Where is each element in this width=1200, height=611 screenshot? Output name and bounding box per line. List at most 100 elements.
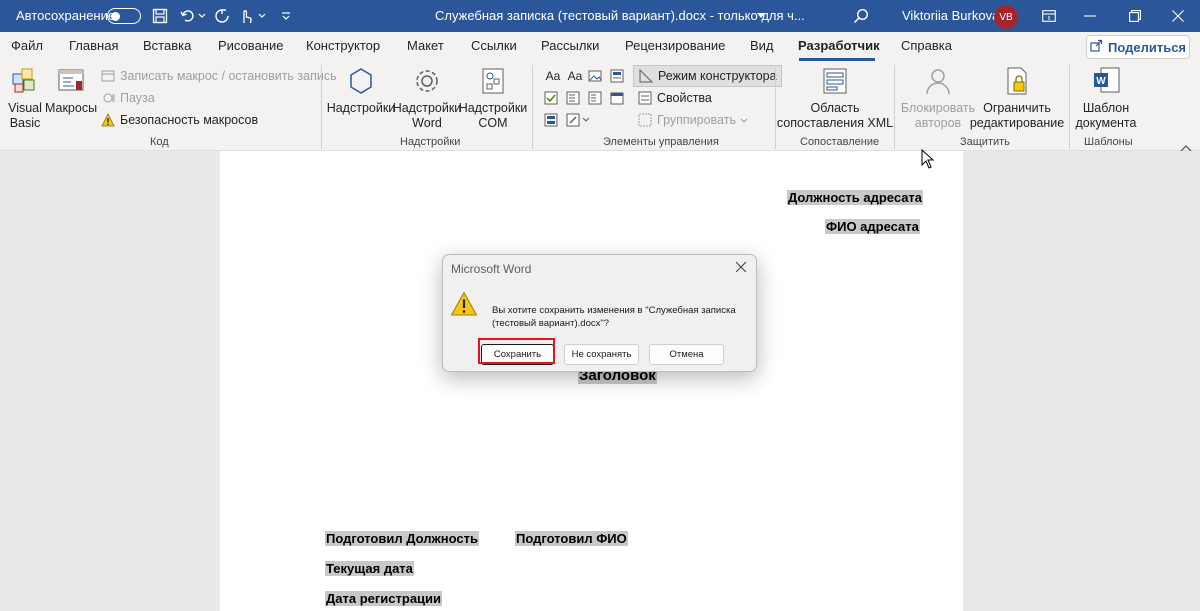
restore-icon[interactable] (1125, 6, 1145, 26)
close-window-icon[interactable] (1168, 6, 1188, 26)
touch-mode-icon[interactable] (236, 6, 256, 26)
group-button[interactable]: Группировать (637, 112, 748, 128)
word-template-icon: W (1090, 65, 1122, 97)
undo-dropdown-icon[interactable] (196, 6, 208, 26)
tab-references[interactable]: Ссылки (471, 38, 517, 53)
warning-icon (100, 112, 116, 128)
share-icon (1090, 39, 1103, 55)
tab-layout[interactable]: Макет (407, 38, 444, 53)
xml-mapping-pane-button[interactable]: Область сопоставления XML (777, 65, 893, 131)
field-registration-date[interactable]: Дата регистрации (325, 591, 443, 606)
group-label-addins: Надстройки (400, 136, 461, 148)
user-name[interactable]: Viktoriia Burkova (902, 8, 999, 23)
pause-label: Пауза (120, 91, 155, 105)
svg-text:W: W (1096, 76, 1106, 87)
visual-basic-icon (9, 65, 41, 97)
combo-box-icon[interactable] (565, 90, 581, 106)
field-recipient-position[interactable]: Должность адресата (787, 190, 924, 205)
field-prepared-position[interactable]: Подготовил Должность (325, 531, 479, 546)
redo-icon[interactable] (212, 6, 232, 26)
design-mode-icon (638, 68, 654, 84)
document-area: Должность адресата ФИО адресата Заголово… (0, 151, 1200, 611)
warning-icon (450, 291, 478, 317)
group-label-mapping: Сопоставление (800, 136, 880, 148)
legacy-tools-icon[interactable] (565, 112, 581, 128)
tab-view[interactable]: Вид (750, 38, 774, 53)
tab-help[interactable]: Справка (901, 38, 952, 53)
tab-mailings[interactable]: Рассылки (541, 38, 599, 53)
visual-basic-label: Visual Basic (8, 101, 42, 130)
title-dropdown-icon[interactable] (755, 6, 767, 26)
field-prepared-name[interactable]: Подготовил ФИО (515, 531, 628, 546)
record-macro-button[interactable]: Записать макрос / остановить запись (100, 68, 337, 84)
ribbon-separator (894, 65, 895, 149)
ribbon-separator (321, 65, 322, 149)
block-authors-button[interactable]: Блокировать авторов (901, 65, 975, 131)
properties-label: Свойства (657, 91, 712, 105)
customize-qat-icon[interactable] (276, 6, 296, 26)
search-icon[interactable] (851, 6, 871, 26)
ribbon-separator (532, 65, 533, 149)
field-current-date[interactable]: Текущая дата (325, 561, 414, 576)
group-label-controls: Элементы управления (603, 136, 719, 148)
group-icon (637, 112, 653, 128)
tab-home[interactable]: Главная (69, 38, 118, 53)
macros-icon (55, 65, 87, 97)
user-icon (922, 65, 954, 97)
dropdown-list-icon[interactable] (587, 90, 603, 106)
save-icon[interactable] (150, 6, 170, 26)
tab-developer[interactable]: Разработчик (798, 38, 880, 53)
com-addins-button[interactable]: Надстройки COM (458, 65, 528, 131)
properties-button[interactable]: Свойства (637, 90, 712, 106)
word-addins-label: Надстройки Word (392, 101, 462, 130)
ribbon: Visual Basic Макросы Записать макрос / о… (0, 61, 1200, 152)
tab-insert[interactable]: Вставка (143, 38, 191, 53)
macro-security-button[interactable]: Безопасность макросов (100, 112, 258, 128)
tab-design[interactable]: Конструктор (306, 38, 380, 53)
close-icon[interactable] (735, 261, 749, 275)
addins-button[interactable]: Надстройки (327, 65, 395, 116)
mouse-cursor-icon (921, 148, 935, 172)
building-block-icon[interactable] (609, 68, 625, 84)
legacy-tools-dropdown-icon[interactable] (581, 112, 591, 128)
group-label-protect: Защитить (960, 136, 1010, 148)
record-macro-label: Записать макрос / остановить запись (120, 69, 337, 83)
group-label-code: Код (150, 136, 169, 148)
touch-dropdown-icon[interactable] (256, 6, 268, 26)
com-addins-icon (477, 65, 509, 97)
visual-basic-button[interactable]: Visual Basic (6, 65, 44, 131)
repeating-section-icon[interactable] (543, 112, 559, 128)
cancel-button[interactable]: Отмена (649, 344, 724, 365)
date-picker-icon[interactable] (609, 90, 625, 106)
document-template-label: Шаблон документа (1075, 101, 1137, 130)
ribbon-tabs: Файл Главная Вставка Рисование Конструкт… (0, 32, 1200, 61)
field-recipient-name[interactable]: ФИО адресата (825, 219, 920, 234)
tab-review[interactable]: Рецензирование (625, 38, 725, 53)
ribbon-display-icon[interactable] (1039, 6, 1059, 26)
undo-icon[interactable] (178, 6, 198, 26)
rich-text-control-icon[interactable]: Aa (543, 68, 563, 84)
plain-text-control-icon[interactable]: Aa (565, 68, 585, 84)
tab-file[interactable]: Файл (11, 38, 43, 53)
picture-control-icon[interactable] (587, 68, 603, 84)
avatar[interactable]: VB (994, 5, 1018, 29)
word-addins-button[interactable]: Надстройки Word (392, 65, 462, 131)
checkbox-control-icon[interactable] (543, 90, 559, 106)
document-page[interactable]: Должность адресата ФИО адресата Заголово… (220, 151, 963, 611)
properties-icon (637, 90, 653, 106)
minimize-icon[interactable] (1080, 6, 1100, 26)
autosave-toggle[interactable] (107, 8, 141, 24)
share-button[interactable]: Поделиться (1086, 35, 1190, 59)
save-button-highlight (478, 338, 555, 364)
com-addins-label: Надстройки COM (458, 101, 528, 130)
pause-button[interactable]: Пауза (100, 90, 155, 106)
design-mode-button[interactable]: Режим конструктора (633, 65, 782, 87)
xml-mapping-icon (819, 65, 851, 97)
macros-button[interactable]: Макросы (45, 65, 97, 116)
group-dropdown-icon (740, 113, 748, 127)
restrict-editing-button[interactable]: Ограничить редактирование (970, 65, 1064, 131)
dont-save-button[interactable]: Не сохранять (564, 344, 639, 365)
record-macro-icon (100, 68, 116, 84)
tab-draw[interactable]: Рисование (218, 38, 283, 53)
document-template-button[interactable]: W Шаблон документа (1075, 65, 1137, 131)
